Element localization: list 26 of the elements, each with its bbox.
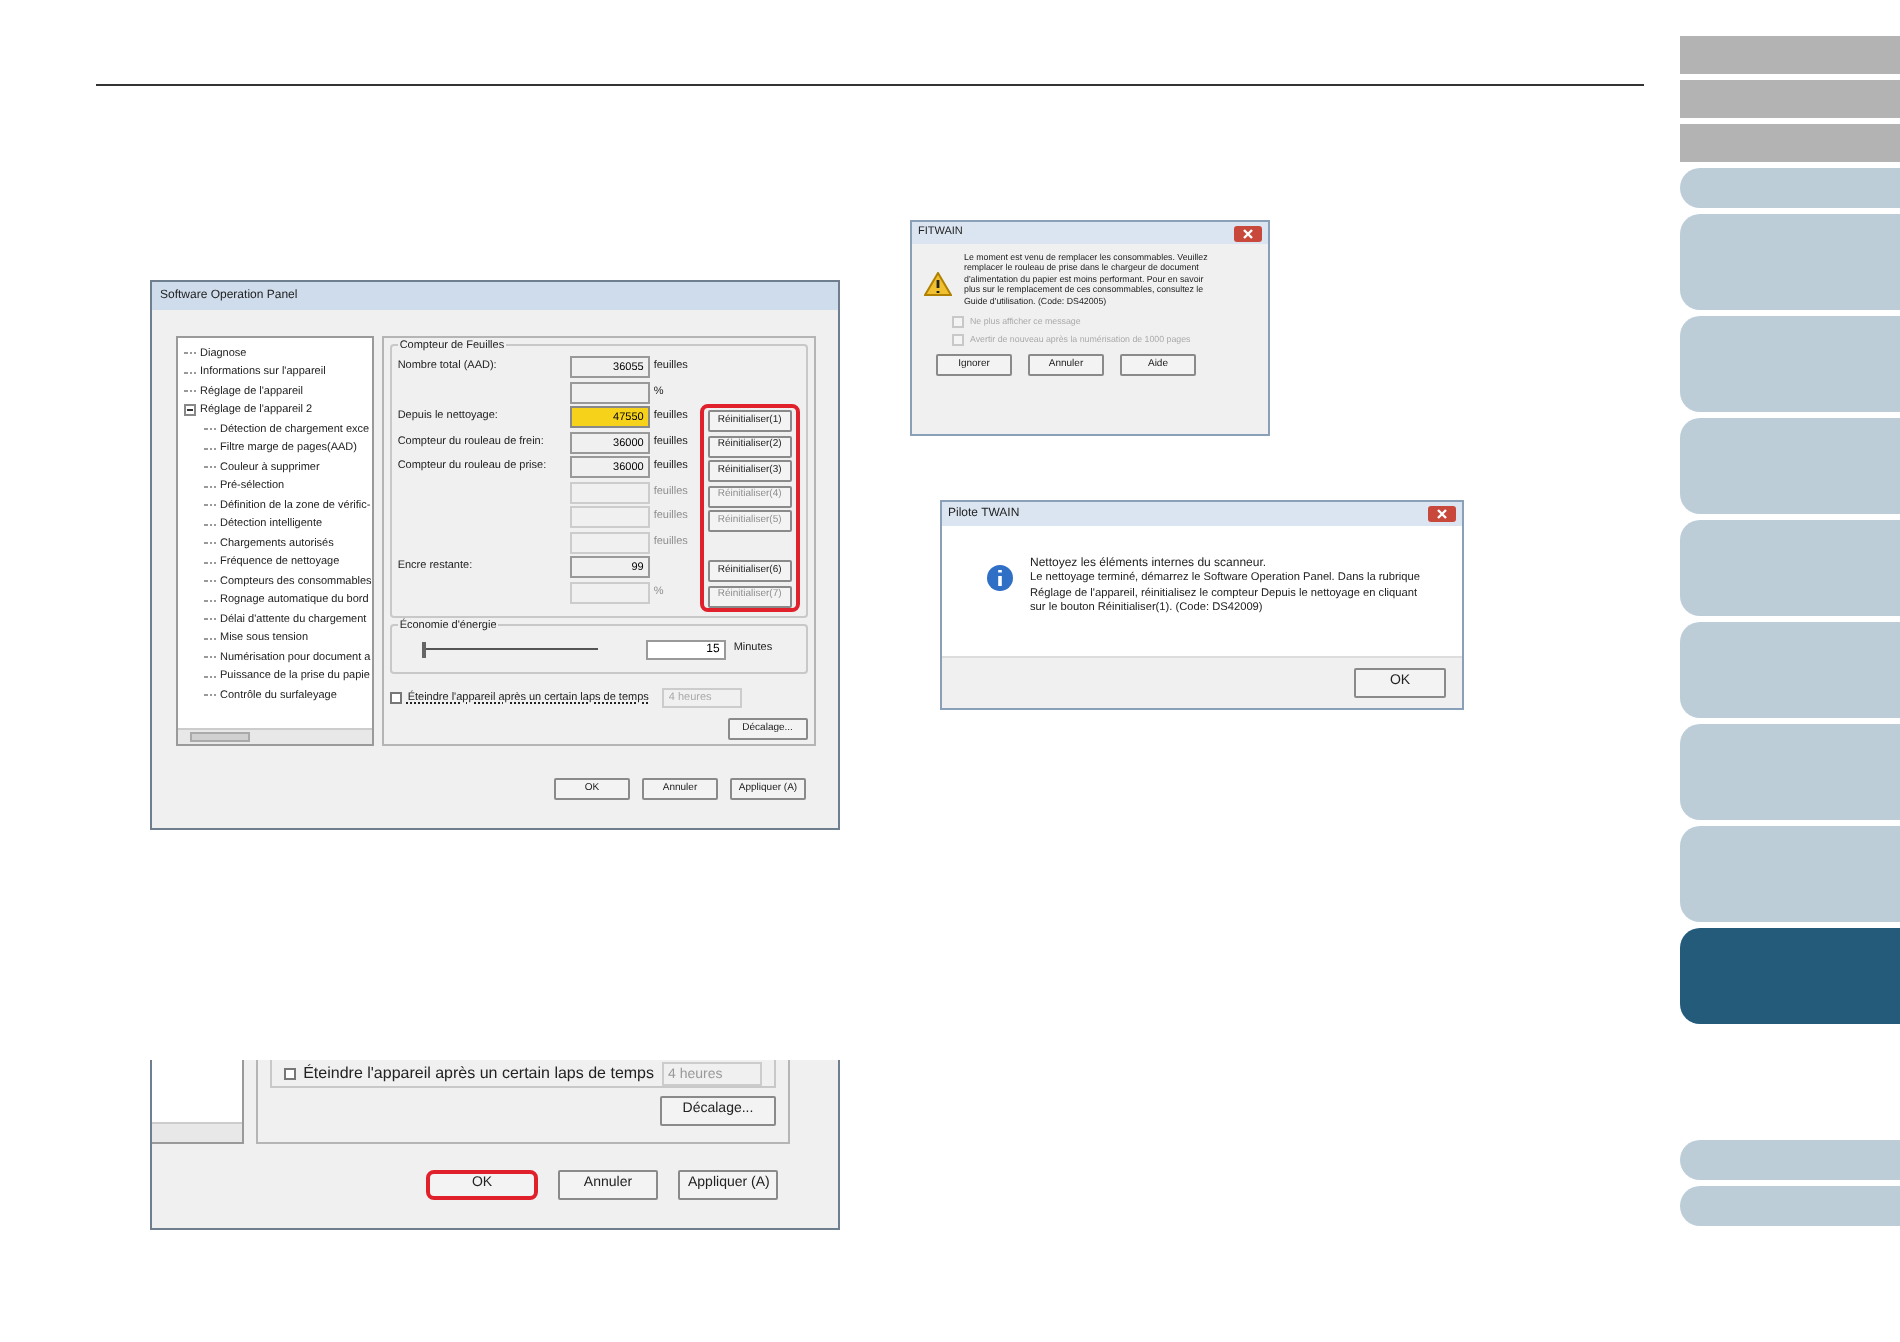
nav-tab[interactable] <box>1680 826 1900 922</box>
nav-tab[interactable] <box>1680 418 1900 514</box>
nav-tab[interactable] <box>1680 724 1900 820</box>
nav-tab[interactable] <box>1680 1186 1900 1226</box>
slider-thumb[interactable] <box>421 641 426 657</box>
close-icon[interactable] <box>1428 506 1456 522</box>
scrollbar[interactable] <box>152 1122 242 1142</box>
nav-tab[interactable] <box>1680 80 1900 118</box>
checkbox-label: Éteindre l'appareil après un certain laps de temps <box>303 1061 654 1085</box>
nav-tab[interactable] <box>1680 928 1900 1024</box>
checkbox[interactable] <box>283 1067 296 1079</box>
slider[interactable] <box>421 641 598 657</box>
nav-tab[interactable] <box>1680 214 1900 310</box>
nav-tab[interactable] <box>1680 124 1900 162</box>
nav-tab[interactable] <box>1680 36 1900 74</box>
nav-tab[interactable] <box>1680 622 1900 718</box>
nav-tab[interactable] <box>1680 168 1900 208</box>
nav-tab[interactable] <box>1680 520 1900 616</box>
warning-icon <box>924 272 952 296</box>
info-icon <box>986 564 1014 592</box>
collapse-icon[interactable] <box>184 404 196 417</box>
nav-tab[interactable] <box>1680 316 1900 412</box>
close-icon[interactable] <box>1234 225 1262 241</box>
checkbox[interactable] <box>389 692 402 705</box>
scrollbar[interactable] <box>178 728 372 744</box>
nav-tab[interactable] <box>1680 1140 1900 1180</box>
